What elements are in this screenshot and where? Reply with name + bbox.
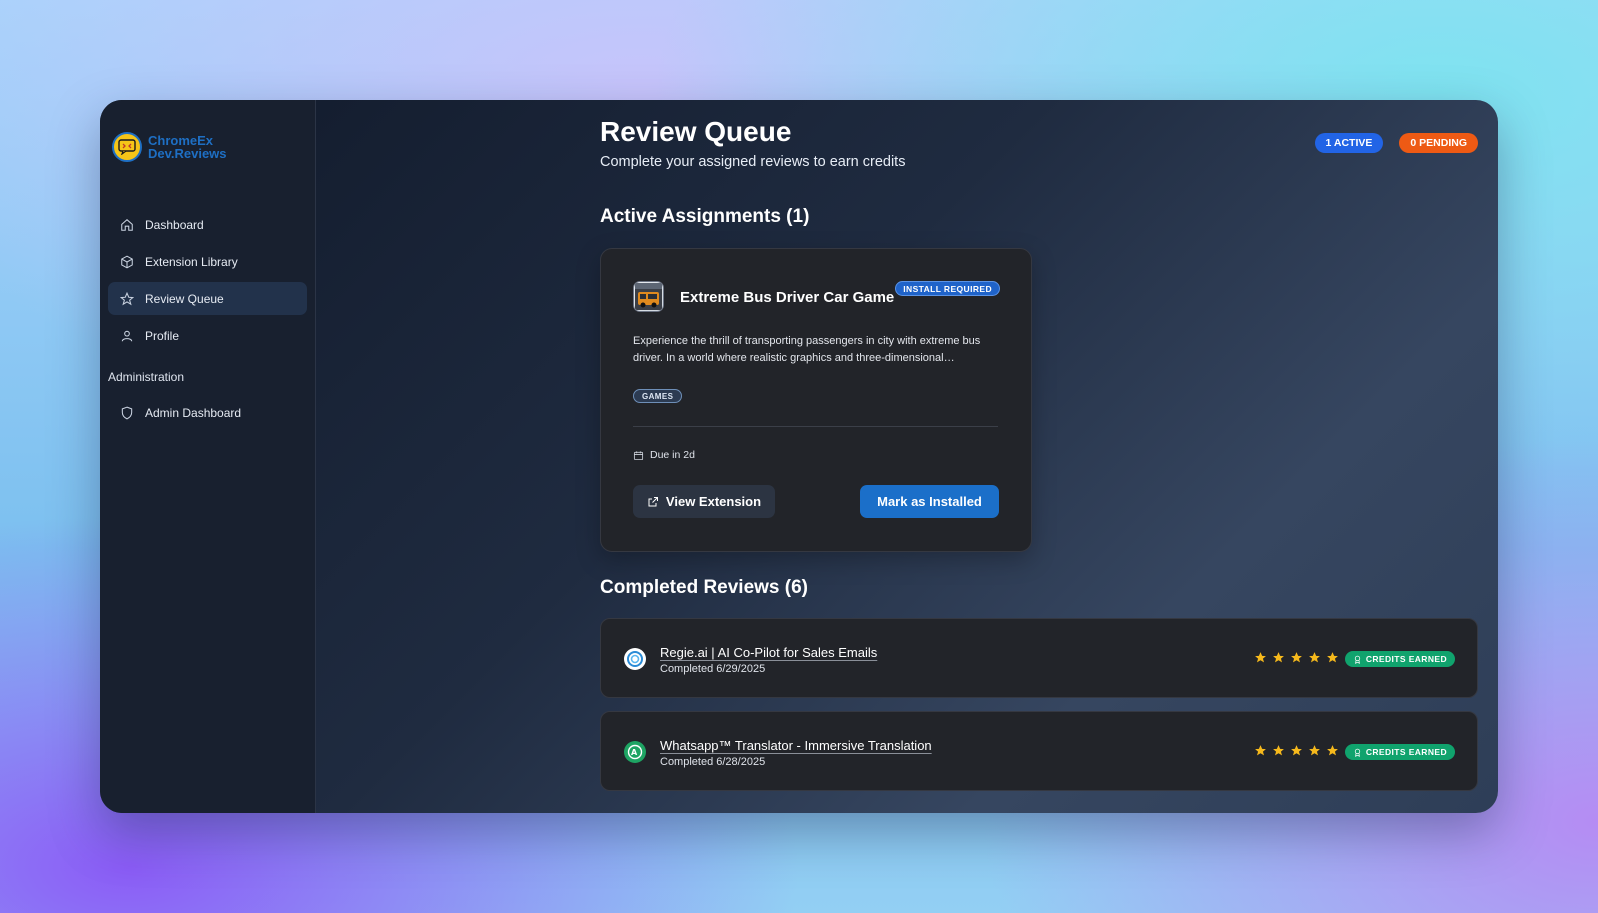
box-icon [121, 255, 133, 268]
calendar-icon [633, 450, 644, 460]
due-date: Due in 2d [633, 449, 695, 461]
star-icon [1291, 745, 1302, 756]
star-icon [1255, 745, 1266, 756]
extension-description: Experience the thrill of transporting pa… [633, 335, 981, 364]
sidebar-item-admin-dashboard[interactable]: Admin Dashboard [108, 396, 307, 429]
review-row: Regie.ai | AI Co-Pilot for Sales Emails … [600, 618, 1478, 698]
credits-earned-badge: CREDITS EARNED [1344, 744, 1455, 760]
star-icon [1255, 652, 1266, 663]
sidebar-item-extension-library[interactable]: Extension Library [108, 245, 307, 278]
completed-reviews-heading: Completed Reviews (6) [600, 577, 808, 598]
sidebar-item-profile[interactable]: Profile [108, 319, 307, 352]
award-icon [1354, 655, 1360, 664]
translator-logo-icon: A [624, 741, 646, 763]
user-icon [121, 330, 133, 341]
brand-name: ChromeEx Dev.Reviews [148, 134, 227, 160]
app-window: ChromeEx Dev.Reviews Dashboard Extension… [100, 100, 1498, 813]
review-row: A Whatsapp™ Translator - Immersive Trans… [600, 711, 1478, 791]
due-date-text: Due in 2d [650, 449, 695, 461]
sidebar-section-administration: Administration [108, 370, 185, 384]
review-extension-name[interactable]: Regie.ai | AI Co-Pilot for Sales Emails [660, 645, 877, 660]
star-icon [1273, 745, 1284, 756]
brand-logo[interactable]: ChromeEx Dev.Reviews [108, 132, 307, 162]
active-count-badge: 1 ACTIVE [1314, 133, 1384, 153]
home-icon [121, 218, 133, 231]
star-icon [120, 291, 134, 305]
active-assignments-heading: Active Assignments (1) [600, 206, 810, 227]
brand-line-2: Dev.Reviews [148, 146, 227, 161]
sidebar-item-label: Profile [145, 328, 180, 343]
review-completed-date: Completed 6/29/2025 [660, 663, 766, 675]
star-icon [1309, 652, 1320, 663]
sidebar-item-dashboard[interactable]: Dashboard [108, 208, 307, 241]
main-content: Review Queue Complete your assigned revi… [316, 100, 1498, 813]
sidebar-item-label: Extension Library [145, 254, 238, 269]
shield-icon [121, 406, 133, 419]
pending-count-badge: 0 PENDING [1399, 133, 1478, 153]
rating-stars [1254, 651, 1339, 664]
credits-earned-label: CREDITS EARNED [1365, 747, 1447, 757]
extension-title[interactable]: Extreme Bus Driver Car Game [680, 289, 894, 306]
award-icon [1354, 748, 1360, 757]
category-tag: GAMES [633, 389, 683, 403]
view-extension-button[interactable]: View Extension [633, 485, 775, 518]
status-badges: 1 ACTIVE 0 PENDING [1314, 133, 1478, 153]
svg-text:A: A [631, 748, 638, 757]
review-extension-name[interactable]: Whatsapp™ Translator - Immersive Transla… [660, 738, 932, 753]
sidebar-item-label: Admin Dashboard [145, 405, 242, 420]
sidebar-item-review-queue[interactable]: Review Queue [108, 282, 307, 315]
credits-earned-badge: CREDITS EARNED [1344, 651, 1455, 667]
assignment-card: Extreme Bus Driver Car Game INSTALL REQU… [600, 248, 1032, 552]
credits-earned-label: CREDITS EARNED [1365, 654, 1447, 664]
star-icon [1291, 652, 1302, 663]
install-required-badge: INSTALL REQUIRED [895, 281, 1000, 296]
mark-installed-button[interactable]: Mark as Installed [860, 485, 999, 518]
logo-icon [112, 132, 142, 162]
star-icon [1309, 745, 1320, 756]
review-completed-date: Completed 6/28/2025 [660, 756, 766, 768]
star-icon [1327, 745, 1338, 756]
sidebar: ChromeEx Dev.Reviews Dashboard Extension… [100, 100, 316, 813]
page-title: Review Queue [600, 116, 792, 147]
game-bus-icon [633, 281, 664, 312]
sidebar-item-label: Review Queue [145, 291, 224, 306]
card-divider [633, 426, 998, 427]
regie-logo-icon [624, 648, 646, 670]
page-subtitle: Complete your assigned reviews to earn c… [600, 154, 906, 170]
star-icon [1273, 652, 1284, 663]
star-icon [1327, 652, 1338, 663]
external-link-icon [648, 496, 658, 506]
sidebar-item-label: Dashboard [145, 217, 204, 232]
rating-stars [1254, 744, 1339, 757]
view-extension-label: View Extension [665, 494, 762, 509]
